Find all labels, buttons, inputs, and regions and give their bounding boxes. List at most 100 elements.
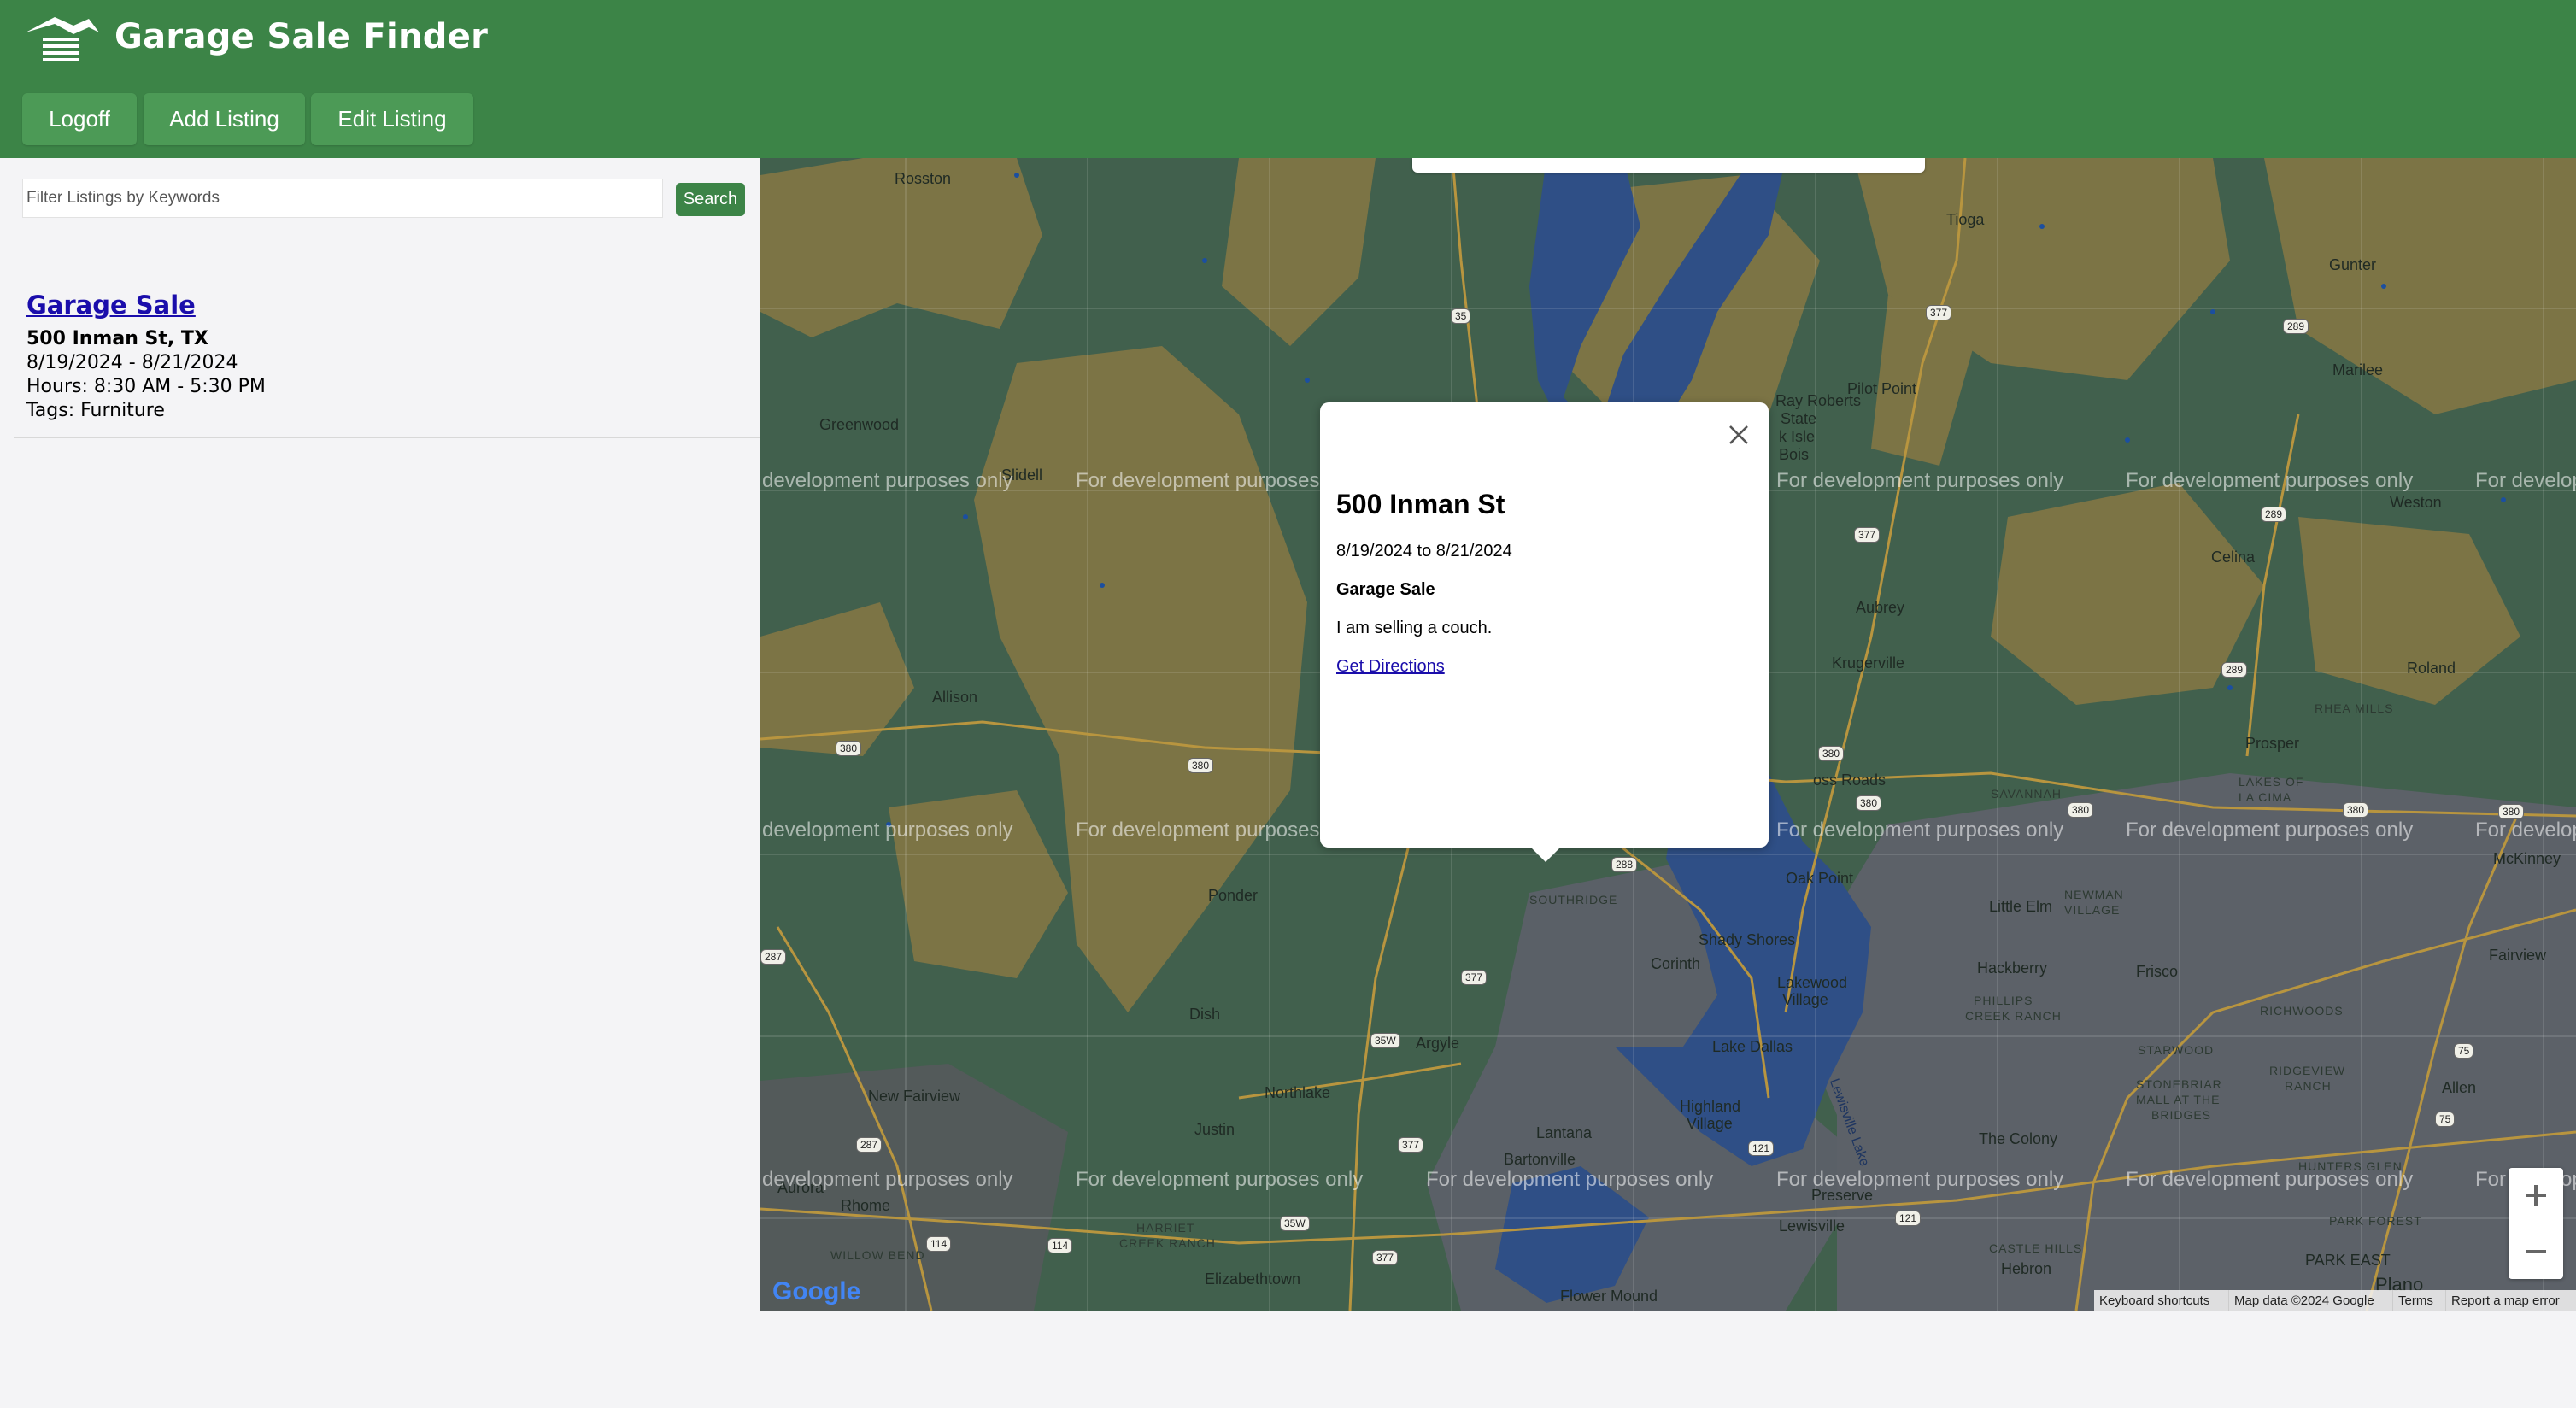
highway-shield: 377 <box>1854 527 1881 543</box>
place-label: Flower Mound <box>1560 1288 1658 1305</box>
sidebar: Search Garage Sale 500 Inman St, TX 8/19… <box>0 158 760 1408</box>
logoff-button[interactable]: Logoff <box>22 93 137 145</box>
place-label: Roland <box>2407 660 2456 677</box>
house-list-icon <box>26 17 99 61</box>
map-canvas[interactable]: Rosston Tioga Gunter Marilee Greenwood S… <box>760 158 2576 1311</box>
terms-link[interactable]: Terms <box>2392 1290 2445 1311</box>
listing-tags: Tags: Furniture <box>26 400 165 421</box>
place-label: Marilee <box>2332 361 2384 378</box>
highway-shield: 377 <box>1398 1137 1424 1153</box>
listing-hours: Hours: 8:30 AM - 5:30 PM <box>26 376 266 397</box>
highway-shield: 114 <box>926 1236 952 1252</box>
map-search-bar[interactable] <box>1412 158 1925 173</box>
highway-shield: 75 <box>2435 1112 2456 1127</box>
highway-shield: 35 <box>1451 308 1471 324</box>
popup-title: 500 Inman St <box>1336 489 1505 519</box>
place-label: Hackberry <box>1977 959 2048 977</box>
place-label: Aubrey <box>1856 599 1905 616</box>
map-watermark: For development purposes only <box>1426 1168 1714 1191</box>
highway-shield: 35W <box>1370 1033 1400 1048</box>
place-label: Bois <box>1779 446 1810 463</box>
place-label: RIDGEVIEW <box>2269 1064 2346 1077</box>
highway-shield: 380 <box>2498 804 2525 819</box>
highway-shield: 380 <box>1856 795 1882 811</box>
list-item: Garage Sale 500 Inman St, TX 8/19/2024 -… <box>14 290 760 438</box>
place-label: Krugerville <box>1832 654 1905 672</box>
place-label: Village <box>1687 1115 1733 1132</box>
place-label: Ponder <box>1208 887 1259 904</box>
place-label: McKinney <box>2493 850 2561 867</box>
place-label: LA CIMA <box>2239 790 2292 804</box>
place-label: Hebron <box>2001 1260 2052 1277</box>
place-label: NEWMAN <box>2064 888 2124 901</box>
place-label: Greenwood <box>819 416 900 433</box>
place-label: State <box>1781 410 1817 427</box>
google-logo[interactable]: Google <box>772 1277 860 1306</box>
report-error-link[interactable]: Report a map error <box>2445 1290 2576 1311</box>
place-label: STARWOOD <box>2138 1043 2215 1057</box>
place-label: Lakewood <box>1777 974 1848 991</box>
place-label: The Colony <box>1979 1130 2058 1147</box>
place-label: Rosston <box>895 170 952 187</box>
map-watermark: For development purposes only <box>2126 469 2414 492</box>
place-label: Village <box>1782 991 1828 1008</box>
map-watermark: development purposes only <box>762 1168 1013 1191</box>
place-label: Rhome <box>841 1197 891 1214</box>
place-label: Pilot Point <box>1847 380 1917 397</box>
edit-listing-button[interactable]: Edit Listing <box>311 93 473 145</box>
highway-shield: 377 <box>1372 1250 1399 1265</box>
place-label: CREEK RANCH <box>1965 1009 2062 1023</box>
map-watermark: development purposes only <box>762 818 1013 842</box>
listing-title-link[interactable]: Garage Sale <box>26 290 196 320</box>
close-icon[interactable] <box>1722 418 1756 452</box>
highway-shield: 380 <box>2068 802 2094 818</box>
place-label: Highland <box>1680 1098 1741 1115</box>
map-watermark: For development purposes only <box>2126 1168 2414 1191</box>
app-header: Garage Sale Finder Logoff Add Listing Ed… <box>0 0 2576 158</box>
keyboard-shortcuts-link[interactable]: Keyboard shortcuts <box>2094 1290 2228 1311</box>
place-label: RICHWOODS <box>2260 1004 2344 1018</box>
place-label: LAKES OF <box>2239 775 2304 789</box>
map-watermark: For development purposes only <box>1776 469 2064 492</box>
place-label: Prosper <box>2245 735 2300 752</box>
place-label: MALL AT THE <box>2136 1093 2221 1106</box>
search-input[interactable] <box>22 179 663 218</box>
place-label: Shady Shores <box>1699 931 1796 948</box>
get-directions-link[interactable]: Get Directions <box>1336 657 1445 677</box>
place-label: VILLAGE <box>2064 903 2121 917</box>
map-watermark: For development purposes only <box>2126 818 2414 842</box>
highway-shield: 289 <box>2221 662 2248 678</box>
highway-shield: 380 <box>1818 746 1845 761</box>
place-label: CASTLE HILLS <box>1989 1241 2083 1255</box>
place-label: PARK EAST <box>2305 1252 2391 1269</box>
place-label: Fairview <box>2489 947 2547 964</box>
zoom-in-button[interactable] <box>2509 1168 2563 1223</box>
highway-shield: 121 <box>1748 1141 1775 1156</box>
app-title: Garage Sale Finder <box>114 17 489 56</box>
place-label: PARK FOREST <box>2329 1214 2422 1228</box>
place-label: Northlake <box>1265 1084 1331 1101</box>
place-label: Oak Point <box>1786 870 1854 887</box>
highway-shield: 288 <box>1611 857 1638 872</box>
info-window: 500 Inman St 8/19/2024 to 8/21/2024 Gara… <box>1320 402 1769 862</box>
place-label: Allen <box>2442 1079 2477 1096</box>
place-label: PHILLIPS <box>1974 994 2033 1007</box>
highway-shield: 377 <box>1926 305 1952 320</box>
highway-shield: 377 <box>1461 970 1488 985</box>
place-label: Bartonville <box>1504 1151 1576 1168</box>
place-label: Little Elm <box>1989 898 2053 915</box>
add-listing-button[interactable]: Add Listing <box>144 93 305 145</box>
place-label: STONEBRIAR <box>2136 1077 2222 1091</box>
place-label: oss Roads <box>1813 771 1887 789</box>
map-watermark: For development purposes only <box>1076 1168 1364 1191</box>
highway-shield: 289 <box>2261 507 2287 522</box>
place-label: RHEA MILLS <box>2315 701 2394 715</box>
place-label: Lake Dallas <box>1712 1038 1793 1055</box>
highway-shield: 287 <box>760 949 787 965</box>
search-button[interactable]: Search <box>676 183 745 216</box>
info-window-tail <box>1530 847 1561 862</box>
map-data-attribution: Map data ©2024 Google <box>2228 1290 2392 1311</box>
place-label: Frisco <box>2136 963 2178 980</box>
place-label: BRIDGES <box>2151 1108 2212 1122</box>
zoom-out-button[interactable] <box>2509 1224 2563 1279</box>
